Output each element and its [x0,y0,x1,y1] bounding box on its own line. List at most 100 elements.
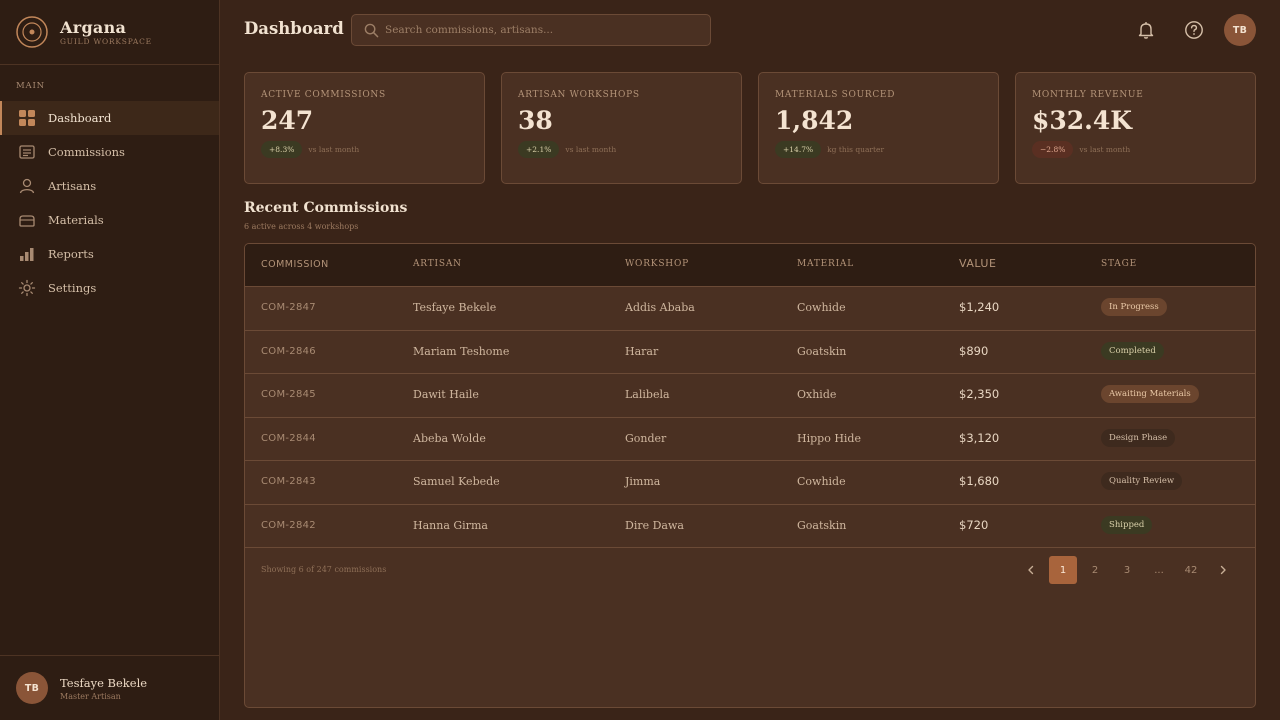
commission-id: COM-2845 [261,389,316,400]
stat-delta-badge: +14.7% [775,141,822,158]
stat-value: 1,842 [775,106,854,135]
stat-label: MATERIALS SOURCED [775,90,896,100]
notification-button[interactable] [1134,18,1158,42]
sidebar-item-settings[interactable]: Settings [0,271,219,305]
page-title: Dashboard [244,19,344,38]
stat-delta-badge: +2.1% [518,141,560,158]
chevron-right-icon [1220,565,1226,575]
sidebar-item-label: Commissions [48,145,125,159]
header-avatar[interactable]: TB [1224,14,1256,46]
gear-icon [18,279,36,297]
grid-icon [18,109,36,127]
stat-card-active-commissions: ACTIVE COMMISSIONS 247 +8.3% vs last mont… [244,72,485,184]
commissions-table: COMMISSION ARTISAN WORKSHOP MATERIAL VAL… [244,243,1256,708]
artisan-name: Hanna Girma [413,518,488,532]
table-row[interactable]: COM-2847 Tesfaye Bekele Addis Ababa Cowh… [245,287,1255,331]
stage-badge: Quality Review [1101,472,1183,490]
table-row[interactable]: COM-2843 Samuel Kebede Jimma Cowhide $1,… [245,461,1255,505]
workshop-name: Lalibela [625,388,670,401]
prev-page-button[interactable] [1017,556,1045,584]
stat-label: ACTIVE COMMISSIONS [261,90,386,100]
help-icon [1185,21,1203,39]
artisan-name: Samuel Kebede [413,475,500,488]
sidebar-item-label: Materials [48,213,104,227]
commission-value: $3,120 [959,430,1000,445]
artisan-name: Abeba Wolde [413,431,486,445]
commission-id: COM-2847 [261,302,316,313]
workshop-name: Dire Dawa [625,518,684,532]
help-button[interactable] [1182,18,1206,42]
table-row[interactable]: COM-2846 Mariam Teshome Harar Goatskin $… [245,331,1255,374]
sidebar-item-reports[interactable]: Reports [0,237,219,271]
page-button-3[interactable]: 3 [1113,556,1141,584]
next-page-button[interactable] [1209,556,1237,584]
top-bar: Dashboard TB [220,0,1280,60]
table-row[interactable]: COM-2845 Dawit Haile Lalibela Oxhide $2,… [245,374,1255,418]
stage-badge: In Progress [1101,298,1167,316]
stat-label: ARTISAN WORKSHOPS [518,90,640,100]
column-header-workshop[interactable]: WORKSHOP [625,259,689,269]
sidebar-item-materials[interactable]: Materials [0,203,219,237]
column-header-commission[interactable]: COMMISSION [261,259,329,270]
column-header-artisan[interactable]: ARTISAN [413,259,462,269]
workshop-name: Addis Ababa [625,301,695,314]
section-subtitle: 6 active across 4 workshops [244,222,359,231]
user-profile[interactable]: TB Tesfaye Bekele Master Artisan [0,655,219,720]
sidebar-item-commissions[interactable]: Commissions [0,135,219,169]
column-header-stage[interactable]: STAGE [1101,259,1137,269]
page-button-42[interactable]: 42 [1177,556,1205,584]
material-name: Oxhide [797,388,837,401]
workshop-name: Harar [625,344,659,358]
avatar: TB [16,672,48,704]
table-header: COMMISSION ARTISAN WORKSHOP MATERIAL VAL… [245,244,1255,287]
commission-value: $890 [959,343,989,358]
search-icon [364,23,379,37]
commission-value: $1,240 [959,300,1000,314]
user-name: Tesfaye Bekele [60,675,148,690]
page-ellipsis: ... [1154,564,1164,576]
material-name: Hippo Hide [797,431,861,445]
folder-icon [18,143,36,161]
stat-value: $32.4K [1032,106,1133,135]
table-footer: Showing 6 of 247 commissions 1 2 3 ... 4… [245,548,1255,592]
user-role: Master Artisan [60,691,121,701]
table-row[interactable]: COM-2842 Hanna Girma Dire Dawa Goatskin … [245,505,1255,548]
stat-delta-badge: +8.3% [261,141,303,158]
stat-label: MONTHLY REVENUE [1032,90,1144,100]
column-header-value[interactable]: VALUE [959,257,996,270]
stat-value: 247 [261,106,314,135]
stage-badge: Shipped [1101,515,1153,534]
results-count: Showing 6 of 247 commissions [261,565,387,574]
stat-delta-badge: −2.8% [1032,141,1074,158]
stat-card-artisan-workshops: ARTISAN WORKSHOPS 38 +2.1% vs last month [501,72,742,184]
sidebar-item-artisans[interactable]: Artisans [0,169,219,203]
stat-delta-note: vs last month [308,145,360,154]
box-icon [18,211,36,229]
brand-name: Argana [60,17,127,37]
commission-id: COM-2846 [261,345,316,357]
artisan-name: Tesfaye Bekele [413,301,497,314]
commission-id: COM-2842 [261,519,316,531]
commission-value: $1,680 [959,474,1000,488]
column-header-material[interactable]: MATERIAL [797,259,854,269]
logo-icon [16,16,48,48]
commission-value: $720 [959,517,989,532]
commission-value: $2,350 [959,387,1000,401]
search-input[interactable] [385,24,705,36]
user-icon [18,177,36,195]
sidebar-item-dashboard[interactable]: Dashboard [0,101,219,135]
commission-id: COM-2844 [261,432,316,444]
nav-section-label: MAIN [16,81,45,91]
sidebar-item-label: Dashboard [48,111,112,125]
table-row[interactable]: COM-2844 Abeba Wolde Gonder Hippo Hide $… [245,418,1255,461]
material-name: Goatskin [797,518,847,532]
page-button-2[interactable]: 2 [1081,556,1109,584]
page-button-1[interactable]: 1 [1049,556,1077,584]
sidebar-nav: Dashboard Commissions Artisans Materials… [0,101,219,305]
workshop-name: Gonder [625,431,667,445]
commission-id: COM-2843 [261,476,316,487]
brand: Argana GUILD WORKSPACE [0,0,219,65]
stage-badge: Awaiting Materials [1101,385,1199,403]
sidebar-item-label: Settings [48,281,97,295]
search-box[interactable] [351,14,711,46]
